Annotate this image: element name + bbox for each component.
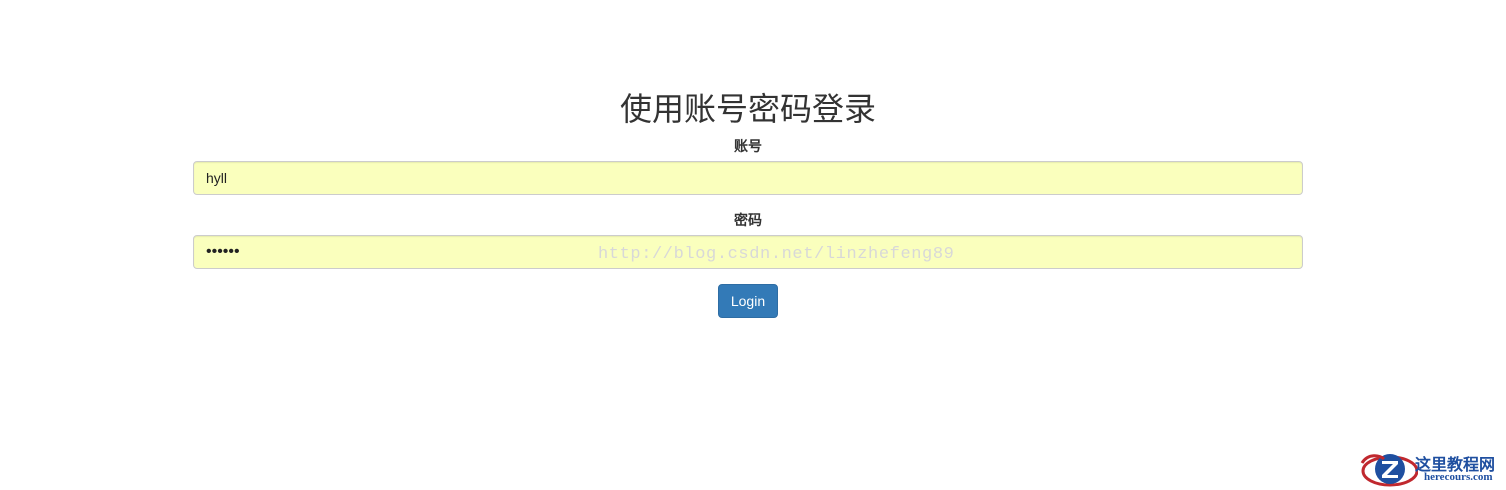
login-button[interactable]: Login xyxy=(718,284,778,318)
password-label: 密码 xyxy=(734,212,762,228)
account-label: 账号 xyxy=(734,138,762,154)
login-page: 使用账号密码登录 账号 密码 Login http://blog.csdn.ne… xyxy=(0,0,1506,490)
submit-row: Login xyxy=(193,284,1303,318)
z-letter-logo-icon xyxy=(1360,454,1418,487)
site-logo: 这里教程网 herecours.com xyxy=(1358,447,1504,490)
login-form: 使用账号密码登录 账号 密码 Login xyxy=(193,88,1303,318)
logo-site-url: herecours.com xyxy=(1424,471,1493,483)
page-title: 使用账号密码登录 xyxy=(619,91,876,127)
account-input[interactable] xyxy=(193,161,1303,195)
password-input[interactable] xyxy=(193,235,1303,269)
